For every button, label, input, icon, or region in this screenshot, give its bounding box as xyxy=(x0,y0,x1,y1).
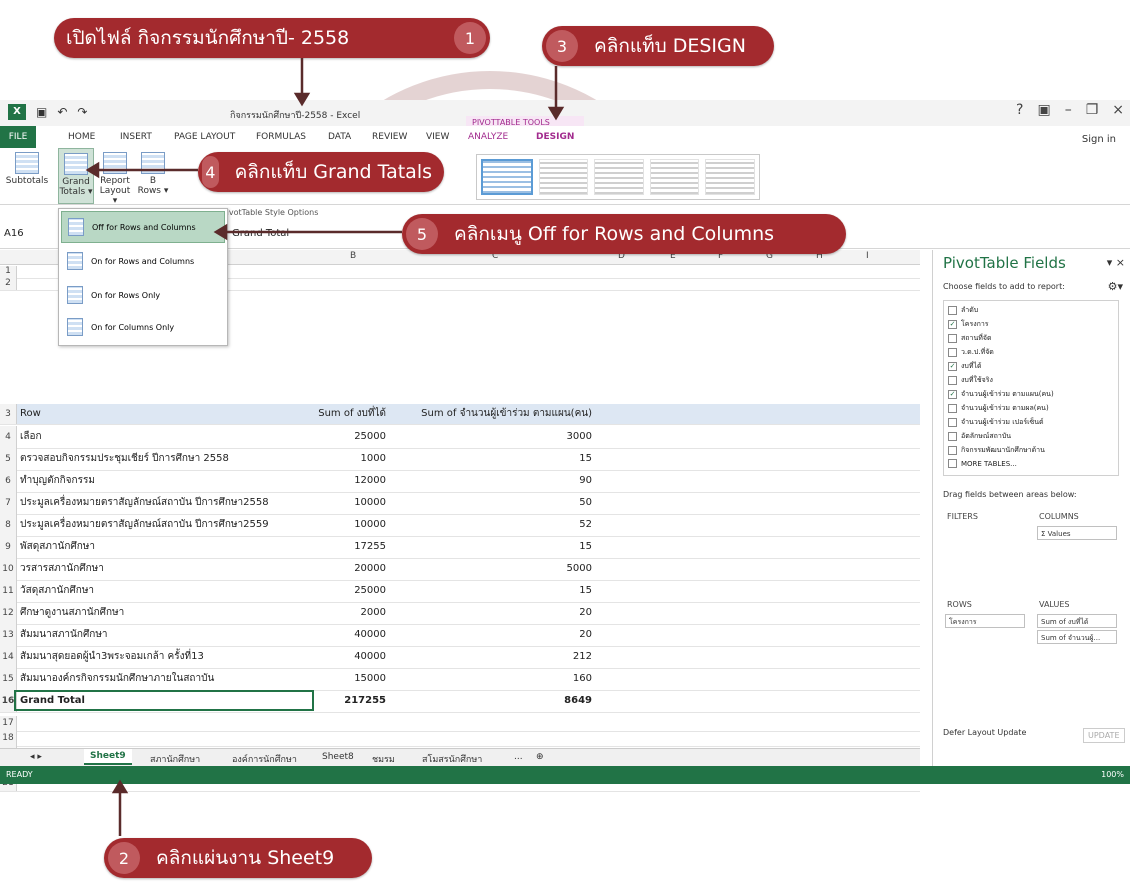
arrows-overlay xyxy=(85,58,565,836)
